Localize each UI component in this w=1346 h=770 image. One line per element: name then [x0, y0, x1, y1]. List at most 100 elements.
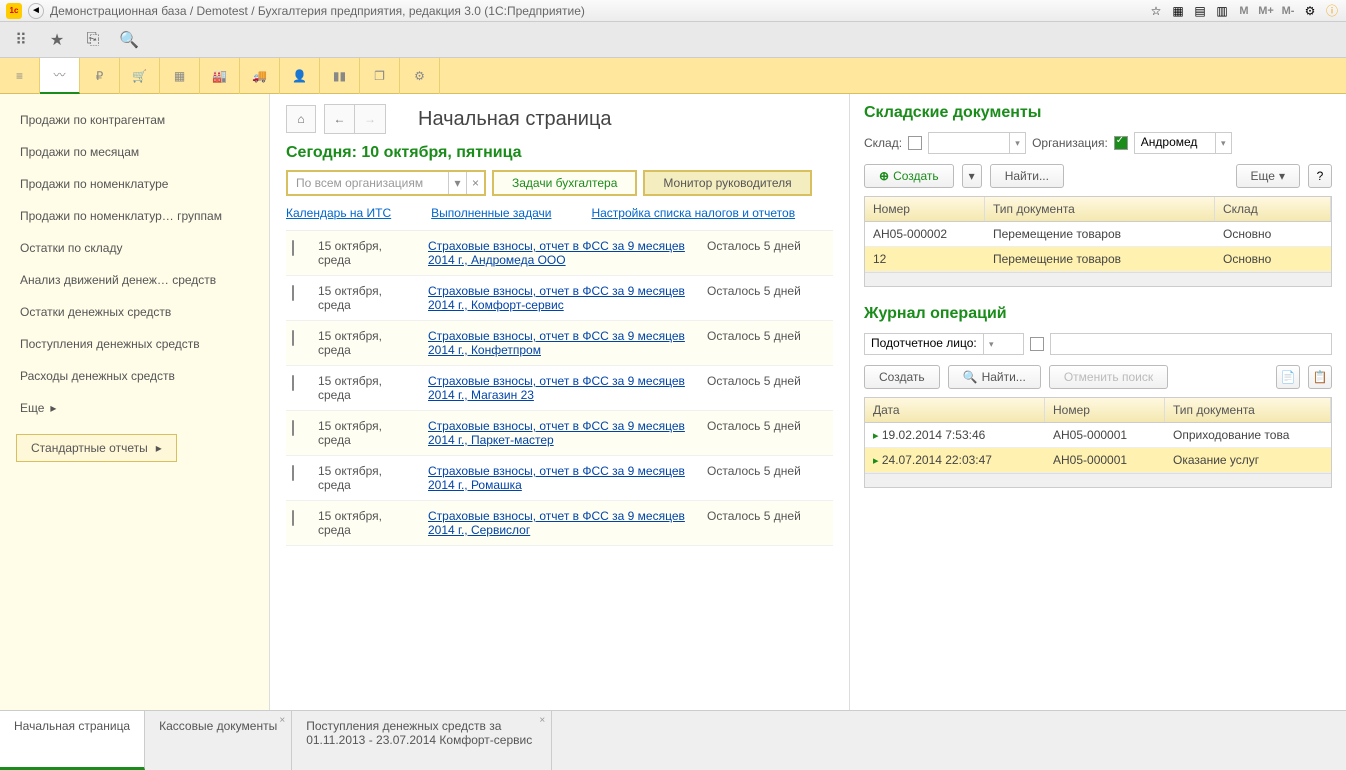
task-row[interactable]: 15 октября, среда Страховые взносы, отчет… — [286, 321, 833, 366]
task-link[interactable]: Страховые взносы, отчет в ФСС за 9 месяц… — [428, 419, 697, 447]
calendar-icon[interactable]: ▥ — [1214, 3, 1230, 19]
h-scrollbar[interactable] — [865, 272, 1331, 286]
link-calendar[interactable]: Календарь на ИТС — [286, 206, 391, 220]
person-value[interactable] — [1050, 333, 1332, 355]
task-row[interactable]: 15 октября, средаСтраховые взносы, отчет… — [286, 501, 833, 546]
nav-forward-button[interactable]: → — [355, 105, 385, 133]
back-icon[interactable]: ◄ — [28, 3, 44, 19]
sidebar-item[interactable]: Продажи по номенклатур… группам — [0, 200, 269, 232]
person-select[interactable]: Подотчетное лицо:▾ — [864, 333, 1024, 355]
org-select[interactable]: По всем организациям ▾ × — [286, 170, 486, 196]
cancel-search-button[interactable]: Отменить поиск — [1049, 365, 1168, 389]
search-icon[interactable]: 🔍 — [120, 31, 138, 49]
wrench-icon[interactable]: ⚙ — [1302, 3, 1318, 19]
standard-reports-button[interactable]: Стандартные отчеты▸ — [16, 434, 177, 462]
boxes-icon[interactable]: ▦ — [160, 58, 200, 94]
favorite-icon[interactable]: ★ — [48, 31, 66, 49]
table-row[interactable]: ▸ 24.07.2014 22:03:47АН05-000001Оказание… — [865, 448, 1331, 473]
sidebar-item[interactable]: Остатки денежных средств — [0, 296, 269, 328]
person-icon[interactable]: 👤 — [280, 58, 320, 94]
task-link[interactable]: Страховые взносы, отчет в ФСС за 9 месяц… — [428, 284, 697, 312]
task-row[interactable]: 15 октября, средаСтраховые взносы, отчет… — [286, 456, 833, 501]
star-icon[interactable]: ☆ — [1148, 3, 1164, 19]
info-icon[interactable]: ⓘ — [1324, 3, 1340, 19]
task-link[interactable]: Страховые взносы, отчет в ФСС за 9 месяц… — [428, 509, 697, 537]
window-title: Демонстрационная база / Demotest / Бухга… — [50, 4, 585, 18]
cart-icon[interactable]: 🛒 — [120, 58, 160, 94]
sidebar-item[interactable]: Продажи по контрагентам — [0, 104, 269, 136]
col-type[interactable]: Тип документа — [1165, 398, 1331, 422]
truck-icon[interactable]: 🚚 — [240, 58, 280, 94]
grid-icon[interactable]: ▦ — [1170, 3, 1186, 19]
create-button[interactable]: Создать — [864, 365, 940, 389]
m-plus-button[interactable]: M+ — [1258, 3, 1274, 19]
help-button[interactable]: ? — [1308, 164, 1332, 188]
org-checkbox[interactable] — [1114, 136, 1128, 150]
org-select-wh[interactable]: Андромед▾ — [1134, 132, 1232, 154]
create-button[interactable]: ⊕Создать — [864, 164, 954, 188]
more-button[interactable]: Еще ▾ — [1236, 164, 1300, 188]
apps-icon[interactable]: ⠿ — [12, 31, 30, 49]
link-settings[interactable]: Настройка списка налогов и отчетов — [591, 206, 795, 220]
h-scrollbar[interactable] — [865, 473, 1331, 487]
icon-button[interactable]: 📄 — [1276, 365, 1300, 389]
col-num[interactable]: Номер — [1045, 398, 1165, 422]
clipboard-icon[interactable]: ⎘ — [84, 31, 102, 49]
find-button[interactable]: Найти... — [990, 164, 1064, 188]
task-list: 15 октября, среда Страховые взносы, отчет… — [286, 230, 833, 546]
close-icon[interactable]: × — [279, 715, 285, 726]
sidebar-item[interactable]: Продажи по месяцам — [0, 136, 269, 168]
link-completed[interactable]: Выполненные задачи — [431, 206, 551, 220]
task-date: 15 октября, среда — [318, 239, 418, 267]
close-icon[interactable]: × — [539, 715, 545, 726]
col-type[interactable]: Тип документа — [985, 197, 1215, 221]
sidebar-item[interactable]: Поступления денежных средств — [0, 328, 269, 360]
calc-icon[interactable]: ▤ — [1192, 3, 1208, 19]
col-sklad[interactable]: Склад — [1215, 197, 1331, 221]
clear-icon[interactable]: × — [466, 172, 484, 194]
task-date: 15 октября, среда — [318, 329, 418, 357]
sidebar-item[interactable]: Продажи по номенклатуре — [0, 168, 269, 200]
table-row[interactable]: 12Перемещение товаровОсновно — [865, 247, 1331, 272]
create-dropdown[interactable]: ▾ — [962, 164, 982, 188]
chevron-down-icon[interactable]: ▾ — [448, 172, 466, 194]
sidebar-item[interactable]: Остатки по складу — [0, 232, 269, 264]
sidebar-item[interactable]: Расходы денежных средств — [0, 360, 269, 392]
table-row[interactable]: АН05-000002Перемещение товаровОсновно — [865, 222, 1331, 247]
chart-icon[interactable]: 〰 — [40, 58, 80, 94]
tab-home[interactable]: Начальная страница — [0, 711, 145, 770]
col-number[interactable]: Номер — [865, 197, 985, 221]
m-button[interactable]: M — [1236, 3, 1252, 19]
barchart-icon[interactable]: ▮▮ — [320, 58, 360, 94]
gear-icon[interactable]: ⚙ — [400, 58, 440, 94]
ruble-icon[interactable]: ₽ — [80, 58, 120, 94]
task-row[interactable]: 15 октября, среда Страховые взносы, отчет… — [286, 231, 833, 276]
find-button[interactable]: 🔍 Найти... — [948, 365, 1041, 389]
m-minus-button[interactable]: M- — [1280, 3, 1296, 19]
tab-monitor[interactable]: Монитор руководителя — [643, 170, 811, 196]
sklad-checkbox[interactable] — [908, 136, 922, 150]
tab-tasks[interactable]: Задачи бухгалтера — [492, 170, 637, 196]
factory-icon[interactable]: 🏭 — [200, 58, 240, 94]
task-row[interactable]: 15 октября, средаСтраховые взносы, отчет… — [286, 411, 833, 456]
task-row[interactable]: 15 октября, средаСтраховые взносы, отчет… — [286, 276, 833, 321]
icon-button[interactable]: 📋 — [1308, 365, 1332, 389]
task-row[interactable]: 15 октября, средаСтраховые взносы, отчет… — [286, 366, 833, 411]
table-row[interactable]: ▸ 19.02.2014 7:53:46АН05-000001Оприходов… — [865, 423, 1331, 448]
person-checkbox[interactable] — [1030, 337, 1044, 351]
nav-back-button[interactable]: ← — [325, 105, 355, 133]
tab-kassa[interactable]: Кассовые документы× — [145, 711, 292, 770]
sklad-label: Склад: — [864, 136, 902, 150]
tab-income[interactable]: Поступления денежных средств за 01.11.20… — [292, 711, 552, 770]
sklad-select[interactable]: ▾ — [928, 132, 1026, 154]
task-link[interactable]: Страховые взносы, отчет в ФСС за 9 месяц… — [428, 239, 697, 267]
menu-icon[interactable]: ≡ — [0, 58, 40, 94]
task-link[interactable]: Страховые взносы, отчет в ФСС за 9 месяц… — [428, 464, 697, 492]
col-date[interactable]: Дата — [865, 398, 1045, 422]
task-link[interactable]: Страховые взносы, отчет в ФСС за 9 месяц… — [428, 329, 697, 357]
home-button[interactable]: ⌂ — [286, 105, 316, 133]
docs-icon[interactable]: ❐ — [360, 58, 400, 94]
sidebar-more[interactable]: Еще▸ — [0, 392, 269, 424]
sidebar-item[interactable]: Анализ движений денеж… средств — [0, 264, 269, 296]
task-link[interactable]: Страховые взносы, отчет в ФСС за 9 месяц… — [428, 374, 697, 402]
